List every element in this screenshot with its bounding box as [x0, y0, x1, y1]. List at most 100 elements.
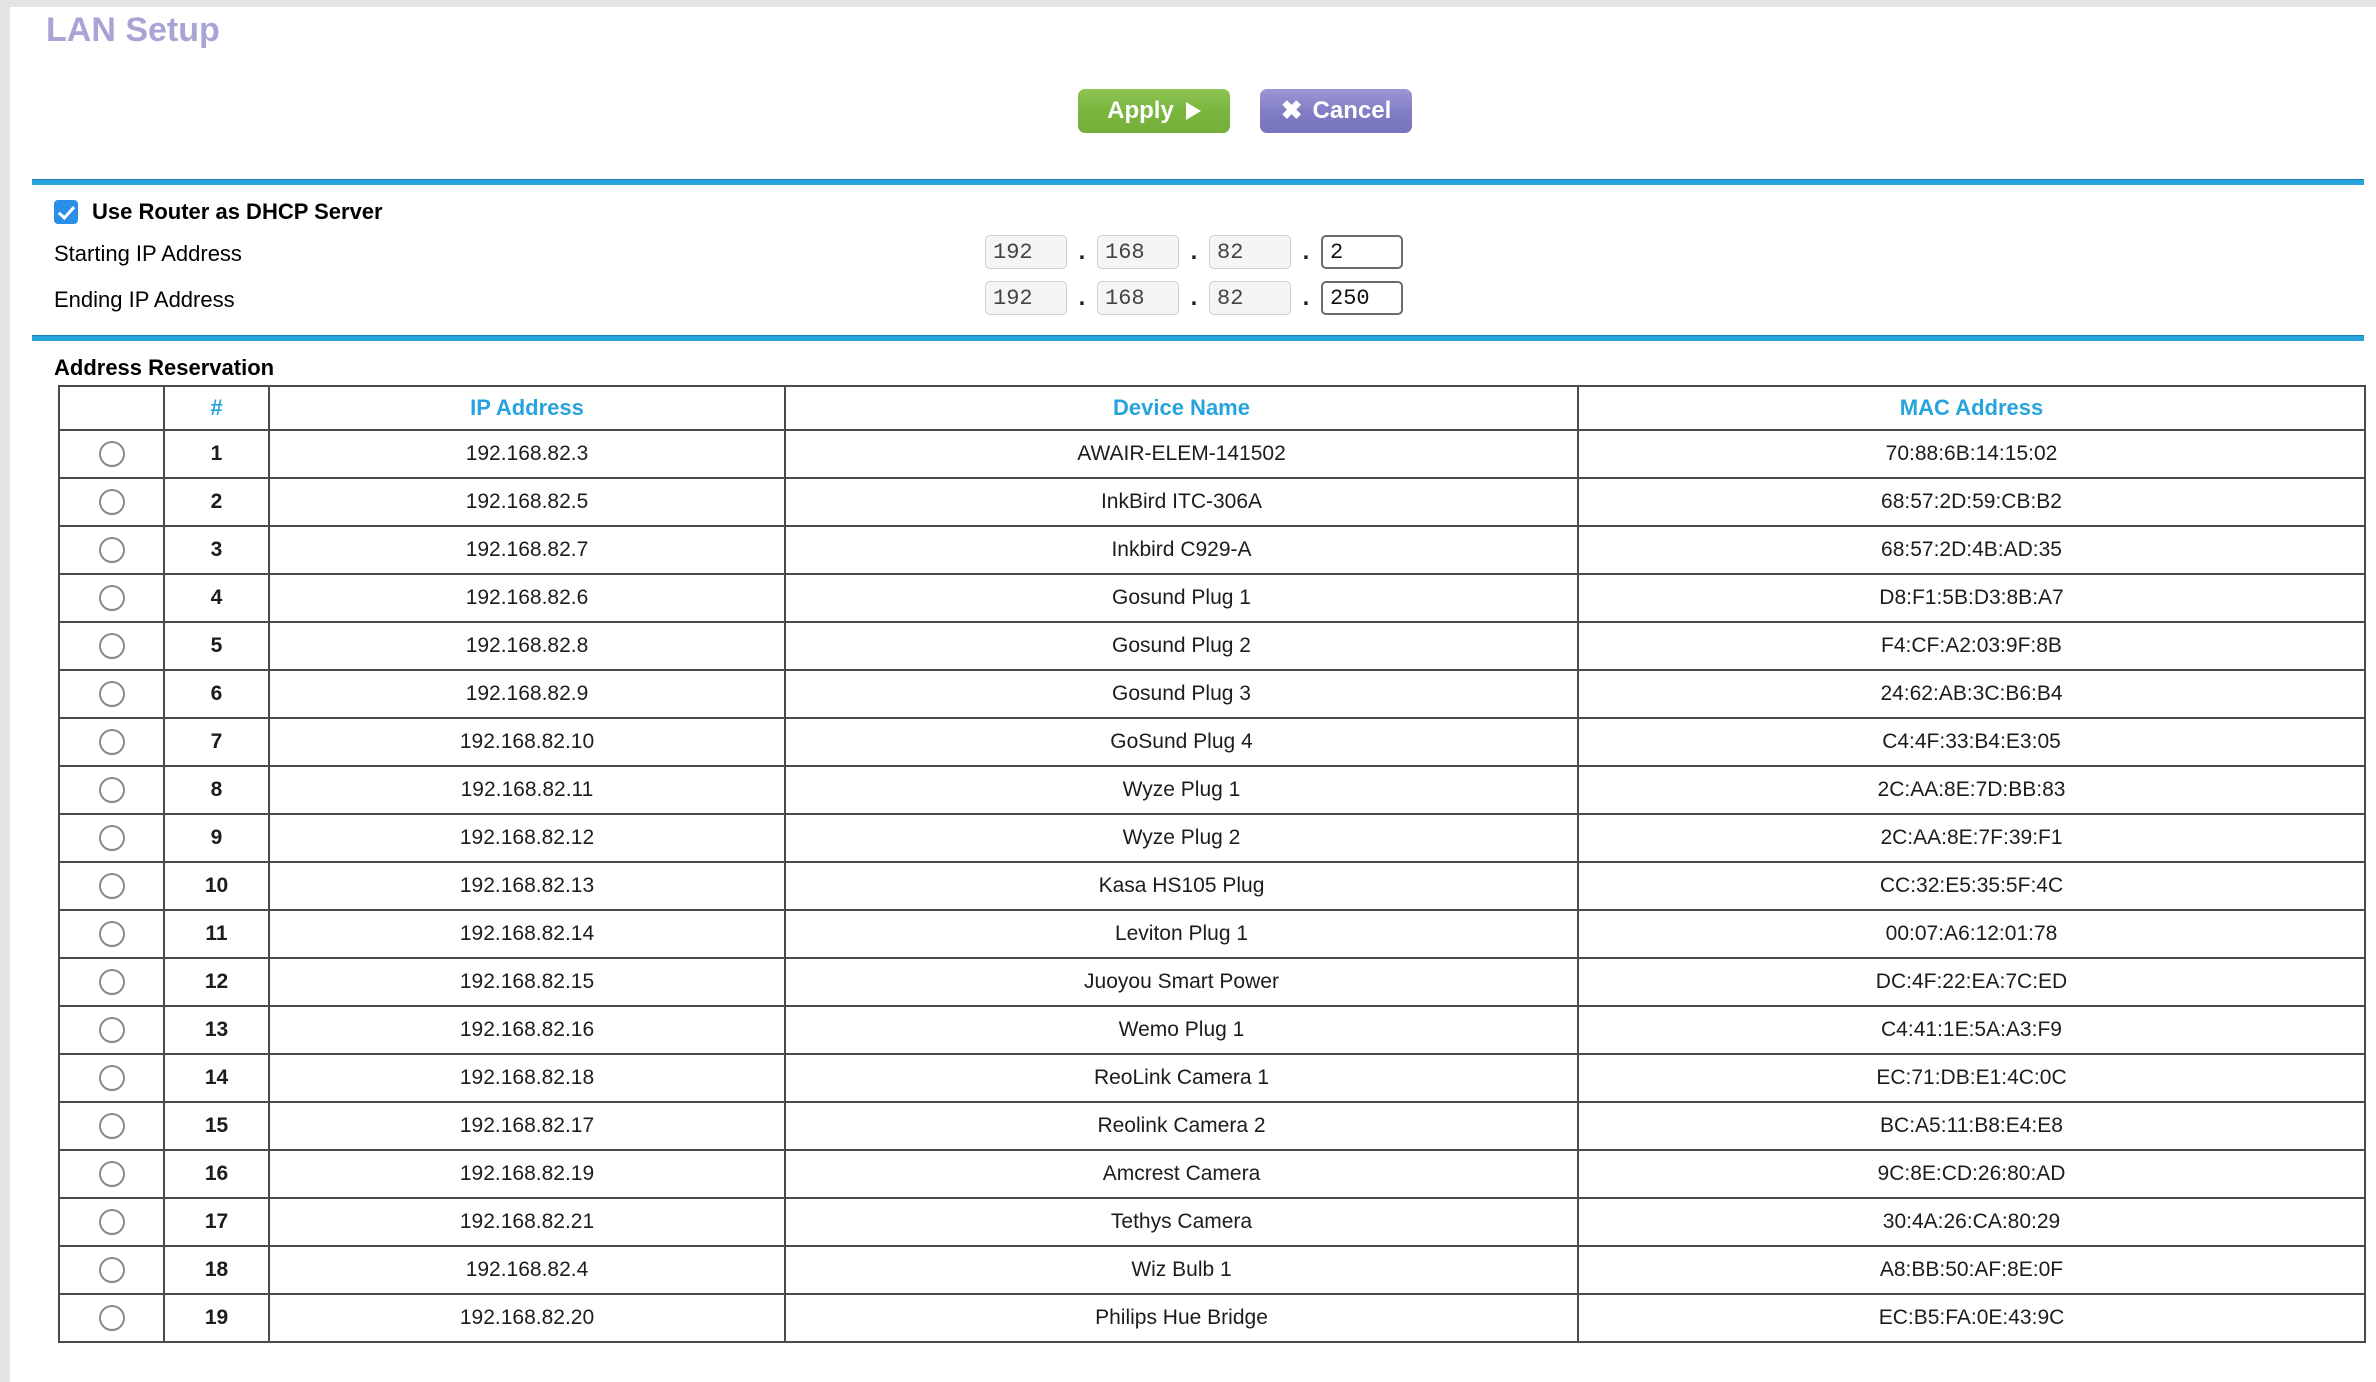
row-device-name-cell: ReoLink Camera 1	[784, 1053, 1579, 1103]
row-radio-button[interactable]	[98, 681, 125, 707]
row-select-cell[interactable]	[58, 1053, 165, 1103]
row-ip-address-cell: 192.168.82.21	[268, 1197, 786, 1247]
row-radio-button[interactable]	[98, 777, 125, 803]
row-select-cell[interactable]	[58, 1149, 165, 1199]
play-triangle-icon	[1185, 102, 1201, 120]
row-ip-address-cell: 192.168.82.20	[268, 1293, 786, 1343]
row-mac-address-cell: F4:CF:A2:03:9F:8B	[1577, 621, 2366, 671]
row-radio-button[interactable]	[98, 489, 125, 515]
row-radio-button[interactable]	[98, 441, 125, 467]
table-row: 12 192.168.82.15 Juoyou Smart Power DC:4F:2…	[58, 957, 2366, 1007]
row-device-name-cell: AWAIR-ELEM-141502	[784, 429, 1579, 479]
row-mac-address-cell: 70:88:6B:14:15:02	[1577, 429, 2366, 479]
row-mac-address-cell: 24:62:AB:3C:B6:B4	[1577, 669, 2366, 719]
row-mac-address-cell: 30:4A:26:CA:80:29	[1577, 1197, 2366, 1247]
table-row: 6 192.168.82.9 Gosund Plug 3 24:62:AB:3C:B6…	[58, 669, 2366, 719]
row-ip-address-cell: 192.168.82.4	[268, 1245, 786, 1295]
starting-ip-octet-2[interactable]	[1097, 235, 1179, 269]
row-device-name-cell: Inkbird C929-A	[784, 525, 1579, 575]
row-mac-address-cell: 00:07:A6:12:01:78	[1577, 909, 2366, 959]
row-radio-button[interactable]	[98, 1209, 125, 1235]
ending-ip-octet-4[interactable]	[1321, 281, 1403, 315]
starting-ip-octet-3[interactable]	[1209, 235, 1291, 269]
ending-ip-octet-1[interactable]	[985, 281, 1067, 315]
row-mac-address-cell: 9C:8E:CD:26:80:AD	[1577, 1149, 2366, 1199]
row-select-cell[interactable]	[58, 669, 165, 719]
row-number-cell: 10	[163, 861, 270, 911]
use-router-as-dhcp-server-label: Use Router as DHCP Server	[92, 199, 383, 224]
row-mac-address-cell: D8:F1:5B:D3:8B:A7	[1577, 573, 2366, 623]
row-select-cell[interactable]	[58, 765, 165, 815]
row-radio-button[interactable]	[98, 1113, 125, 1139]
row-radio-button[interactable]	[98, 1305, 125, 1331]
row-select-cell[interactable]	[58, 1005, 165, 1055]
row-select-cell[interactable]	[58, 1293, 165, 1343]
row-select-cell[interactable]	[58, 573, 165, 623]
row-device-name-cell: Tethys Camera	[784, 1197, 1579, 1247]
ending-ip-octet-3[interactable]	[1209, 281, 1291, 315]
table-row: 18 192.168.82.4 Wiz Bulb 1 A8:BB:50:AF:8E:0…	[58, 1245, 2366, 1295]
row-radio-button[interactable]	[98, 1017, 125, 1043]
row-select-cell[interactable]	[58, 1245, 165, 1295]
address-reservation-table: # IP Address Device Name MAC Address 1 19…	[58, 385, 2366, 1343]
row-select-cell[interactable]	[58, 1197, 165, 1247]
row-number-cell: 14	[163, 1053, 270, 1103]
address-reservation-title: Address Reservation	[54, 355, 275, 380]
table-row: 7 192.168.82.10 GoSund Plug 4 C4:4F:33:B4:E…	[58, 717, 2366, 767]
row-ip-address-cell: 192.168.82.14	[268, 909, 786, 959]
row-number-cell: 18	[163, 1245, 270, 1295]
row-radio-button[interactable]	[98, 1161, 125, 1187]
starting-ip-octet-4[interactable]	[1321, 235, 1403, 269]
table-row: 1 192.168.82.3 AWAIR-ELEM-141502 70:88:6B:1…	[58, 429, 2366, 479]
apply-button[interactable]: Apply	[1078, 89, 1230, 133]
row-select-cell[interactable]	[58, 957, 165, 1007]
starting-ip-octet-1[interactable]	[985, 235, 1067, 269]
row-radio-button[interactable]	[98, 537, 125, 563]
row-select-cell[interactable]	[58, 1101, 165, 1151]
row-ip-address-cell: 192.168.82.7	[268, 525, 786, 575]
row-select-cell[interactable]	[58, 813, 165, 863]
row-mac-address-cell: C4:4F:33:B4:E3:05	[1577, 717, 2366, 767]
use-router-as-dhcp-server-checkbox[interactable]	[54, 200, 78, 224]
row-radio-button[interactable]	[98, 585, 125, 611]
row-number-cell: 13	[163, 1005, 270, 1055]
row-radio-button[interactable]	[98, 633, 125, 659]
row-select-cell[interactable]	[58, 621, 165, 671]
column-header-ip-address[interactable]: IP Address	[268, 385, 786, 431]
row-radio-button[interactable]	[98, 921, 125, 947]
row-ip-address-cell: 192.168.82.13	[268, 861, 786, 911]
row-number-cell: 4	[163, 573, 270, 623]
dhcp-server-checkbox-row[interactable]: Use Router as DHCP Server	[54, 199, 383, 225]
row-radio-button[interactable]	[98, 729, 125, 755]
table-header-row: # IP Address Device Name MAC Address	[58, 385, 2366, 431]
row-select-cell[interactable]	[58, 477, 165, 527]
row-select-cell[interactable]	[58, 861, 165, 911]
cancel-button[interactable]: ✖ Cancel	[1260, 89, 1412, 133]
row-radio-button[interactable]	[98, 825, 125, 851]
row-radio-button[interactable]	[98, 1065, 125, 1091]
row-device-name-cell: Wiz Bulb 1	[784, 1245, 1579, 1295]
lan-setup-page: LAN Setup Apply ✖ Cancel Use Router as D…	[10, 7, 2376, 1382]
row-device-name-cell: Wyze Plug 1	[784, 765, 1579, 815]
row-select-cell[interactable]	[58, 717, 165, 767]
row-number-cell: 5	[163, 621, 270, 671]
row-radio-button[interactable]	[98, 1257, 125, 1283]
ip-separator: .	[1078, 284, 1086, 311]
ending-ip-octet-2[interactable]	[1097, 281, 1179, 315]
row-ip-address-cell: 192.168.82.16	[268, 1005, 786, 1055]
row-select-cell[interactable]	[58, 429, 165, 479]
row-radio-button[interactable]	[98, 969, 125, 995]
table-row: 14 192.168.82.18 ReoLink Camera 1 EC:71:DB:…	[58, 1053, 2366, 1103]
row-mac-address-cell: 2C:AA:8E:7D:BB:83	[1577, 765, 2366, 815]
row-select-cell[interactable]	[58, 525, 165, 575]
row-radio-button[interactable]	[98, 873, 125, 899]
row-number-cell: 15	[163, 1101, 270, 1151]
column-header-number[interactable]: #	[163, 385, 270, 431]
row-select-cell[interactable]	[58, 909, 165, 959]
ip-separator: .	[1190, 284, 1198, 311]
ip-separator: .	[1302, 284, 1310, 311]
column-header-device-name[interactable]: Device Name	[784, 385, 1579, 431]
row-number-cell: 17	[163, 1197, 270, 1247]
column-header-mac-address[interactable]: MAC Address	[1577, 385, 2366, 431]
row-number-cell: 7	[163, 717, 270, 767]
